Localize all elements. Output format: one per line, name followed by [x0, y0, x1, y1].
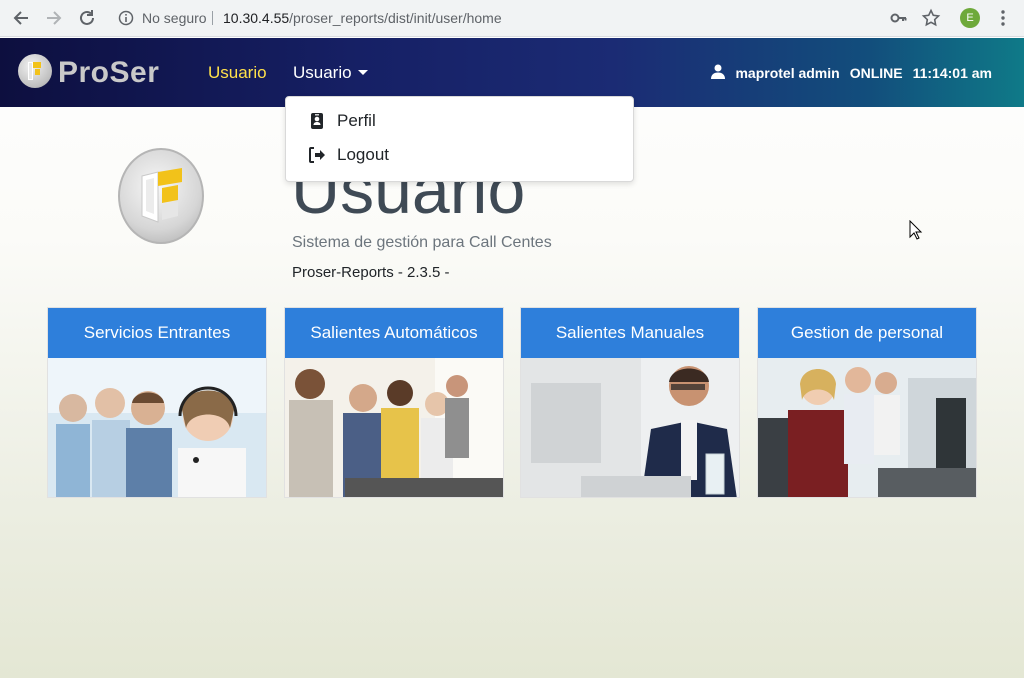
back-arrow-icon[interactable] — [10, 7, 32, 29]
menu-item-label: Perfil — [337, 111, 376, 130]
user-dropdown-menu: Perfil Logout — [285, 96, 634, 182]
url-text[interactable]: 10.30.4.55/proser_reports/dist/init/user… — [223, 5, 502, 31]
nav-dropdown-label: Usuario — [293, 63, 352, 82]
browser-toolbar: No seguro 10.30.4.55/proser_reports/dist… — [0, 0, 1024, 37]
agent-with-headset-image — [521, 358, 739, 497]
nav-link-usuario-active[interactable]: Usuario — [208, 63, 267, 83]
card-title: Gestion de personal — [758, 308, 976, 358]
status-badge: ONLINE — [849, 65, 903, 81]
star-icon[interactable] — [920, 7, 942, 29]
caret-down-icon — [357, 70, 368, 75]
security-status: No seguro — [142, 10, 207, 26]
card-servicios-entrantes[interactable]: Servicios Entrantes — [47, 307, 267, 498]
page-subtitle: Sistema de gestión para Call Centes — [292, 234, 552, 251]
user-name: maprotel admin — [735, 65, 840, 81]
url-path: /proser_reports/dist/init/user/home — [289, 10, 502, 26]
proser-logo-icon — [18, 54, 52, 88]
clock-time: 11:14:01 am — [912, 65, 992, 81]
menu-dots-icon[interactable] — [992, 7, 1014, 29]
sign-out-icon — [308, 146, 326, 164]
card-salientes-manuales[interactable]: Salientes Manuales — [520, 307, 740, 498]
card-title: Salientes Manuales — [521, 308, 739, 358]
url-host: 10.30.4.55 — [223, 10, 290, 26]
user-icon — [711, 64, 726, 82]
menu-item-perfil[interactable]: Perfil — [308, 111, 376, 131]
nav-dropdown-usuario[interactable]: Usuario — [293, 63, 368, 83]
card-title: Salientes Automáticos — [285, 308, 503, 358]
card-title: Servicios Entrantes — [48, 308, 266, 358]
reload-icon[interactable] — [76, 7, 98, 29]
hero-logo-icon — [118, 148, 204, 244]
card-salientes-automaticos[interactable]: Salientes Automáticos — [284, 307, 504, 498]
profile-avatar[interactable]: E — [960, 8, 980, 28]
forward-arrow-icon[interactable] — [43, 7, 65, 29]
brand[interactable]: ProSer — [18, 52, 178, 94]
call-center-team-image — [285, 358, 503, 497]
info-icon[interactable] — [118, 10, 134, 26]
card-gestion-de-personal[interactable]: Gestion de personal — [757, 307, 977, 498]
id-badge-icon — [308, 112, 326, 130]
operators-at-workstations-image — [758, 358, 976, 497]
app-version: Proser-Reports - 2.3.5 - — [292, 264, 450, 281]
address-bar[interactable]: No seguro 10.30.4.55/proser_reports/dist… — [110, 5, 510, 31]
menu-item-label: Logout — [337, 145, 389, 164]
brand-name: ProSer — [58, 56, 160, 89]
menu-item-logout[interactable]: Logout — [308, 145, 389, 165]
call-center-agent-image — [48, 358, 266, 497]
mouse-cursor-icon — [909, 219, 923, 245]
key-icon[interactable] — [888, 7, 910, 29]
user-status: maprotel admin ONLINE 11:14:01 am — [711, 64, 992, 82]
separator — [212, 11, 213, 25]
